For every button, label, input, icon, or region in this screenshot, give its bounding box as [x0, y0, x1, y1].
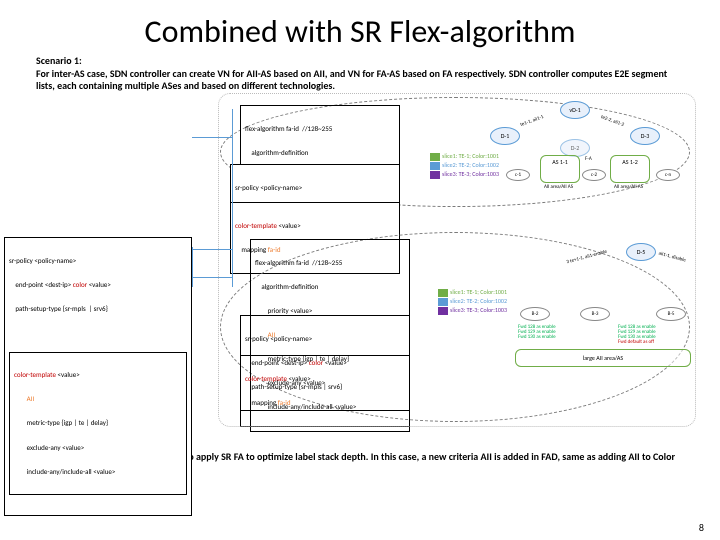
slice3: slice3: TE-3; Color:1003: [430, 171, 499, 179]
page-number: 8: [699, 521, 704, 534]
slices-top: slice1: TE-1; Color:1001 slice2: TE-2; C…: [430, 153, 499, 180]
left-codebox: sr-policy <policy-name> end-point <dest-…: [4, 237, 192, 517]
l: sr-policy <policy-name>: [235, 184, 395, 192]
l: metric-type {igp | te | delay}: [14, 419, 182, 427]
oval-b2: B-2: [520, 307, 550, 321]
l: color-template <value>: [14, 371, 182, 379]
fwd-right: Fwd 128 as enable Fwd 129 as enable Fwd …: [618, 325, 656, 345]
connector-v2: [232, 109, 233, 287]
node-vd1: vD-1: [560, 101, 590, 119]
fwd-left: Fwd 128 as enable Fwd 129 as enable Fwd …: [518, 325, 556, 340]
connector-v: [192, 247, 193, 287]
node-d3: D-3: [630, 127, 660, 145]
l: exclude-any <value>: [14, 444, 182, 452]
oval-b3: B-3: [580, 307, 610, 321]
l: mapping fa-id: [245, 399, 405, 407]
l: color-template <value>: [235, 222, 395, 230]
node-d1: D-1: [490, 127, 520, 145]
l: sr-policy <policy-name>: [245, 335, 405, 343]
bottom-ct-box: color-template <value> mapping fa-id: [240, 355, 410, 427]
node-d2: D-2: [560, 139, 590, 157]
slice1b: slice1: TE-1; Color:1001: [438, 289, 507, 297]
slice2b: slice2: TE-2; Color:1002: [438, 298, 507, 306]
node-d5: D-5: [626, 243, 656, 261]
as11: AS 1-1: [540, 155, 580, 183]
l: end-point <dest-ip> color <value>: [9, 281, 187, 289]
slices-bottom: slice1: TE-1; Color:1001 slice2: TE-2; C…: [438, 289, 507, 316]
scenario1-header: Scenario 1:: [36, 54, 82, 67]
as11-label: AS 1-1: [543, 158, 577, 166]
diagram-area: sr-policy <policy-name> end-point <dest-…: [0, 97, 720, 437]
f3: Fwd 130 as enable: [518, 335, 556, 340]
l: algorithm-definition: [255, 283, 405, 291]
aii-area-label2: AII area/AII AS: [614, 185, 643, 190]
oval-c1: c-1: [506, 169, 530, 181]
oval-c2: c-2: [582, 169, 606, 181]
as12-label: AS 1-2: [613, 158, 647, 166]
slice2: slice2: TE-2; Color:1002: [430, 162, 499, 170]
connector1: [192, 249, 232, 250]
fa-label-top: F-A: [585, 157, 592, 162]
connector3: [192, 137, 232, 138]
oval-b5: B-5: [656, 307, 686, 321]
slice3b: slice3: TE-3; Color:1003: [438, 307, 507, 315]
l: sr-policy <policy-name>: [9, 257, 187, 265]
l: AII: [14, 395, 182, 403]
large-aii-label: large AII area/AS: [583, 354, 623, 362]
l: path-setup-type {sr-mpls | srv6}: [9, 305, 187, 313]
slice1: slice1: TE-1; Color:1001: [430, 153, 499, 161]
l: algorithm-definition: [245, 149, 395, 157]
scenario1-text: Scenario 1: For inter-AS case, SDN contr…: [0, 55, 720, 93]
large-aii-box: large AII area/AS: [515, 349, 691, 367]
l: include-any/include-all <value>: [14, 468, 182, 476]
slide-title: Combined with SR Flex-algorithm: [0, 0, 720, 55]
l: flex-algorithm fa-id //128~255: [245, 125, 395, 133]
connector2: [192, 277, 232, 278]
as12: AS 1-2: [610, 155, 650, 183]
fdr: Fwd default as off: [618, 340, 656, 345]
aii-area-label: AII area/AII AS: [544, 185, 573, 190]
l: flex-algorithm fa-id //128~255: [255, 259, 405, 267]
oval-cn: c-n: [656, 169, 680, 181]
l: color-template <value>: [245, 375, 405, 383]
scenario1-body: For inter-AS case, SDN controller can cr…: [36, 67, 667, 93]
lbl-bottom-right: aii1-1, disable: [658, 251, 686, 263]
